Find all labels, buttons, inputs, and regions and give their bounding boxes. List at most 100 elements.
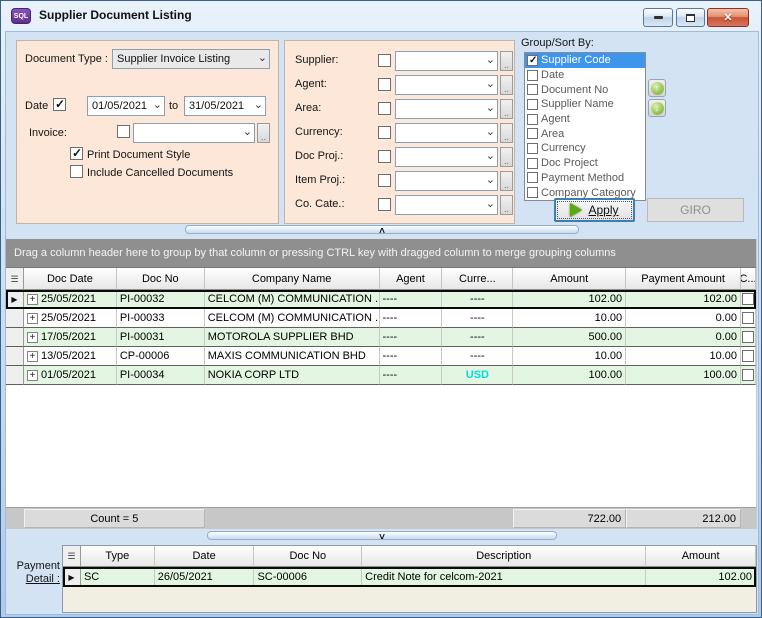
criteria-row: Area: .. (285, 99, 514, 119)
column-header-description[interactable]: Description (362, 546, 646, 567)
item-checkbox[interactable] (527, 128, 538, 139)
agent-checkbox[interactable] (378, 78, 391, 91)
column-chooser-button[interactable] (63, 546, 81, 567)
supplier-checkbox[interactable] (378, 54, 391, 67)
move-up-button[interactable] (648, 79, 666, 97)
group-sort-item[interactable]: Supplier Name (525, 97, 645, 112)
group-sort-item[interactable]: Agent (525, 112, 645, 127)
group-sort-item[interactable]: Supplier Code (525, 53, 645, 68)
item-checkbox[interactable] (527, 172, 538, 183)
cancelled-checkbox[interactable] (742, 350, 754, 362)
payment-row[interactable]: SC 26/05/2021 SC-00006 Credit Note for c… (63, 567, 756, 587)
print-document-style-checkbox[interactable] (70, 147, 83, 160)
title-bar[interactable]: SQL Supplier Document Listing (1, 1, 761, 31)
cancelled-checkbox[interactable] (742, 293, 754, 305)
expand-icon[interactable] (27, 332, 38, 343)
bottom-splitter[interactable] (6, 531, 758, 540)
item-checkbox[interactable] (527, 143, 538, 154)
table-row[interactable]: 01/05/2021 PI-00034 NOKIA CORP LTD ---- … (6, 366, 756, 385)
column-header-amount[interactable]: Amount (513, 268, 626, 290)
close-button[interactable] (707, 8, 749, 27)
column-header-amount[interactable]: Amount (646, 546, 756, 567)
document-type-select[interactable]: Supplier Invoice Listing (112, 49, 270, 69)
co-cate-checkbox[interactable] (378, 198, 391, 211)
table-row[interactable]: 25/05/2021 PI-00032 CELCOM (M) COMMUNICA… (6, 290, 756, 309)
cancelled-checkbox[interactable] (742, 369, 754, 381)
co-cate-browse-button[interactable]: .. (500, 195, 513, 215)
item-checkbox[interactable] (527, 158, 538, 169)
column-header-agent[interactable]: Agent (380, 268, 443, 290)
group-sort-item[interactable]: Doc Project (525, 156, 645, 171)
item-checkbox[interactable] (527, 114, 538, 125)
item-checkbox[interactable] (527, 99, 538, 110)
expand-icon[interactable] (27, 351, 38, 362)
column-header-company[interactable]: Company Name (205, 268, 380, 290)
cancelled-checkbox[interactable] (742, 312, 754, 324)
area-browse-button[interactable]: .. (500, 99, 513, 119)
doc-proj-browse-button[interactable]: .. (500, 147, 513, 167)
chevron-down-icon (486, 125, 495, 139)
currency-browse-button[interactable]: .. (500, 123, 513, 143)
to-label: to (169, 100, 178, 112)
chevron-down-icon (486, 149, 495, 163)
date-label: Date (25, 100, 48, 112)
expand-icon[interactable] (27, 313, 38, 324)
currency-select[interactable] (395, 123, 498, 143)
group-sort-item[interactable]: Currency (525, 141, 645, 156)
date-to-select[interactable]: 31/05/2021 (184, 96, 266, 116)
currency-checkbox[interactable] (378, 126, 391, 139)
item-checkbox[interactable] (527, 55, 538, 66)
group-sort-item[interactable]: Date (525, 68, 645, 83)
doc-proj-select[interactable] (395, 147, 498, 167)
item-proj-select[interactable] (395, 171, 498, 191)
item-proj-checkbox[interactable] (378, 174, 391, 187)
minimize-button[interactable] (643, 8, 673, 27)
column-header-doc-no[interactable]: Doc No (117, 268, 205, 290)
column-chooser-button[interactable] (6, 268, 24, 290)
apply-button[interactable]: Apply (554, 198, 635, 222)
group-sort-item[interactable]: Area (525, 126, 645, 141)
include-cancelled-checkbox[interactable] (70, 165, 83, 178)
invoice-select[interactable] (133, 123, 255, 143)
column-header-doc-date[interactable]: Doc Date (24, 268, 117, 290)
co-cate-select[interactable] (395, 195, 498, 215)
doc-proj-checkbox[interactable] (378, 150, 391, 163)
expand-icon[interactable] (27, 294, 38, 305)
invoice-checkbox[interactable] (117, 125, 130, 138)
supplier-browse-button[interactable]: .. (500, 51, 513, 71)
group-by-hint-bar[interactable]: Drag a column header here to group by th… (6, 239, 756, 268)
group-sort-listbox[interactable]: Supplier Code Date Document No Supplier … (524, 52, 646, 201)
table-row[interactable]: 13/05/2021 CP-00006 MAXIS COMMUNICATION … (6, 347, 756, 366)
agent-browse-button[interactable]: .. (500, 75, 513, 95)
area-checkbox[interactable] (378, 102, 391, 115)
expand-icon[interactable] (27, 370, 38, 381)
column-header-type[interactable]: Type (81, 546, 155, 567)
column-header-currency[interactable]: Curre... (442, 268, 513, 290)
supplier-select[interactable] (395, 51, 498, 71)
move-down-button[interactable] (648, 99, 666, 117)
maximize-button[interactable] (676, 8, 705, 27)
agent-select[interactable] (395, 75, 498, 95)
criteria-row: Co. Cate.: .. (285, 195, 514, 215)
cancelled-checkbox[interactable] (742, 331, 754, 343)
top-splitter[interactable] (6, 225, 758, 234)
date-from-select[interactable]: 01/05/2021 (87, 96, 165, 116)
date-checkbox[interactable] (53, 98, 66, 111)
item-checkbox[interactable] (527, 187, 538, 198)
item-checkbox[interactable] (527, 84, 538, 95)
item-checkbox[interactable] (527, 70, 538, 81)
column-header-cancelled[interactable]: C... (741, 268, 756, 290)
invoice-browse-button[interactable]: .. (257, 123, 270, 143)
giro-button[interactable]: GIRO (647, 198, 744, 222)
column-header-payment[interactable]: Payment Amount (626, 268, 741, 290)
group-sort-item[interactable]: Document No (525, 82, 645, 97)
table-row[interactable]: 25/05/2021 PI-00033 CELCOM (M) COMMUNICA… (6, 309, 756, 328)
area-select[interactable] (395, 99, 498, 119)
column-header-date[interactable]: Date (155, 546, 255, 567)
item-proj-browse-button[interactable]: .. (500, 171, 513, 191)
current-row-icon (11, 293, 17, 305)
column-header-doc-no[interactable]: Doc No (254, 546, 362, 567)
table-row[interactable]: 17/05/2021 PI-00031 MOTOROLA SUPPLIER BH… (6, 328, 756, 347)
column-chooser-icon (10, 273, 18, 285)
group-sort-item[interactable]: Payment Method (525, 171, 645, 186)
